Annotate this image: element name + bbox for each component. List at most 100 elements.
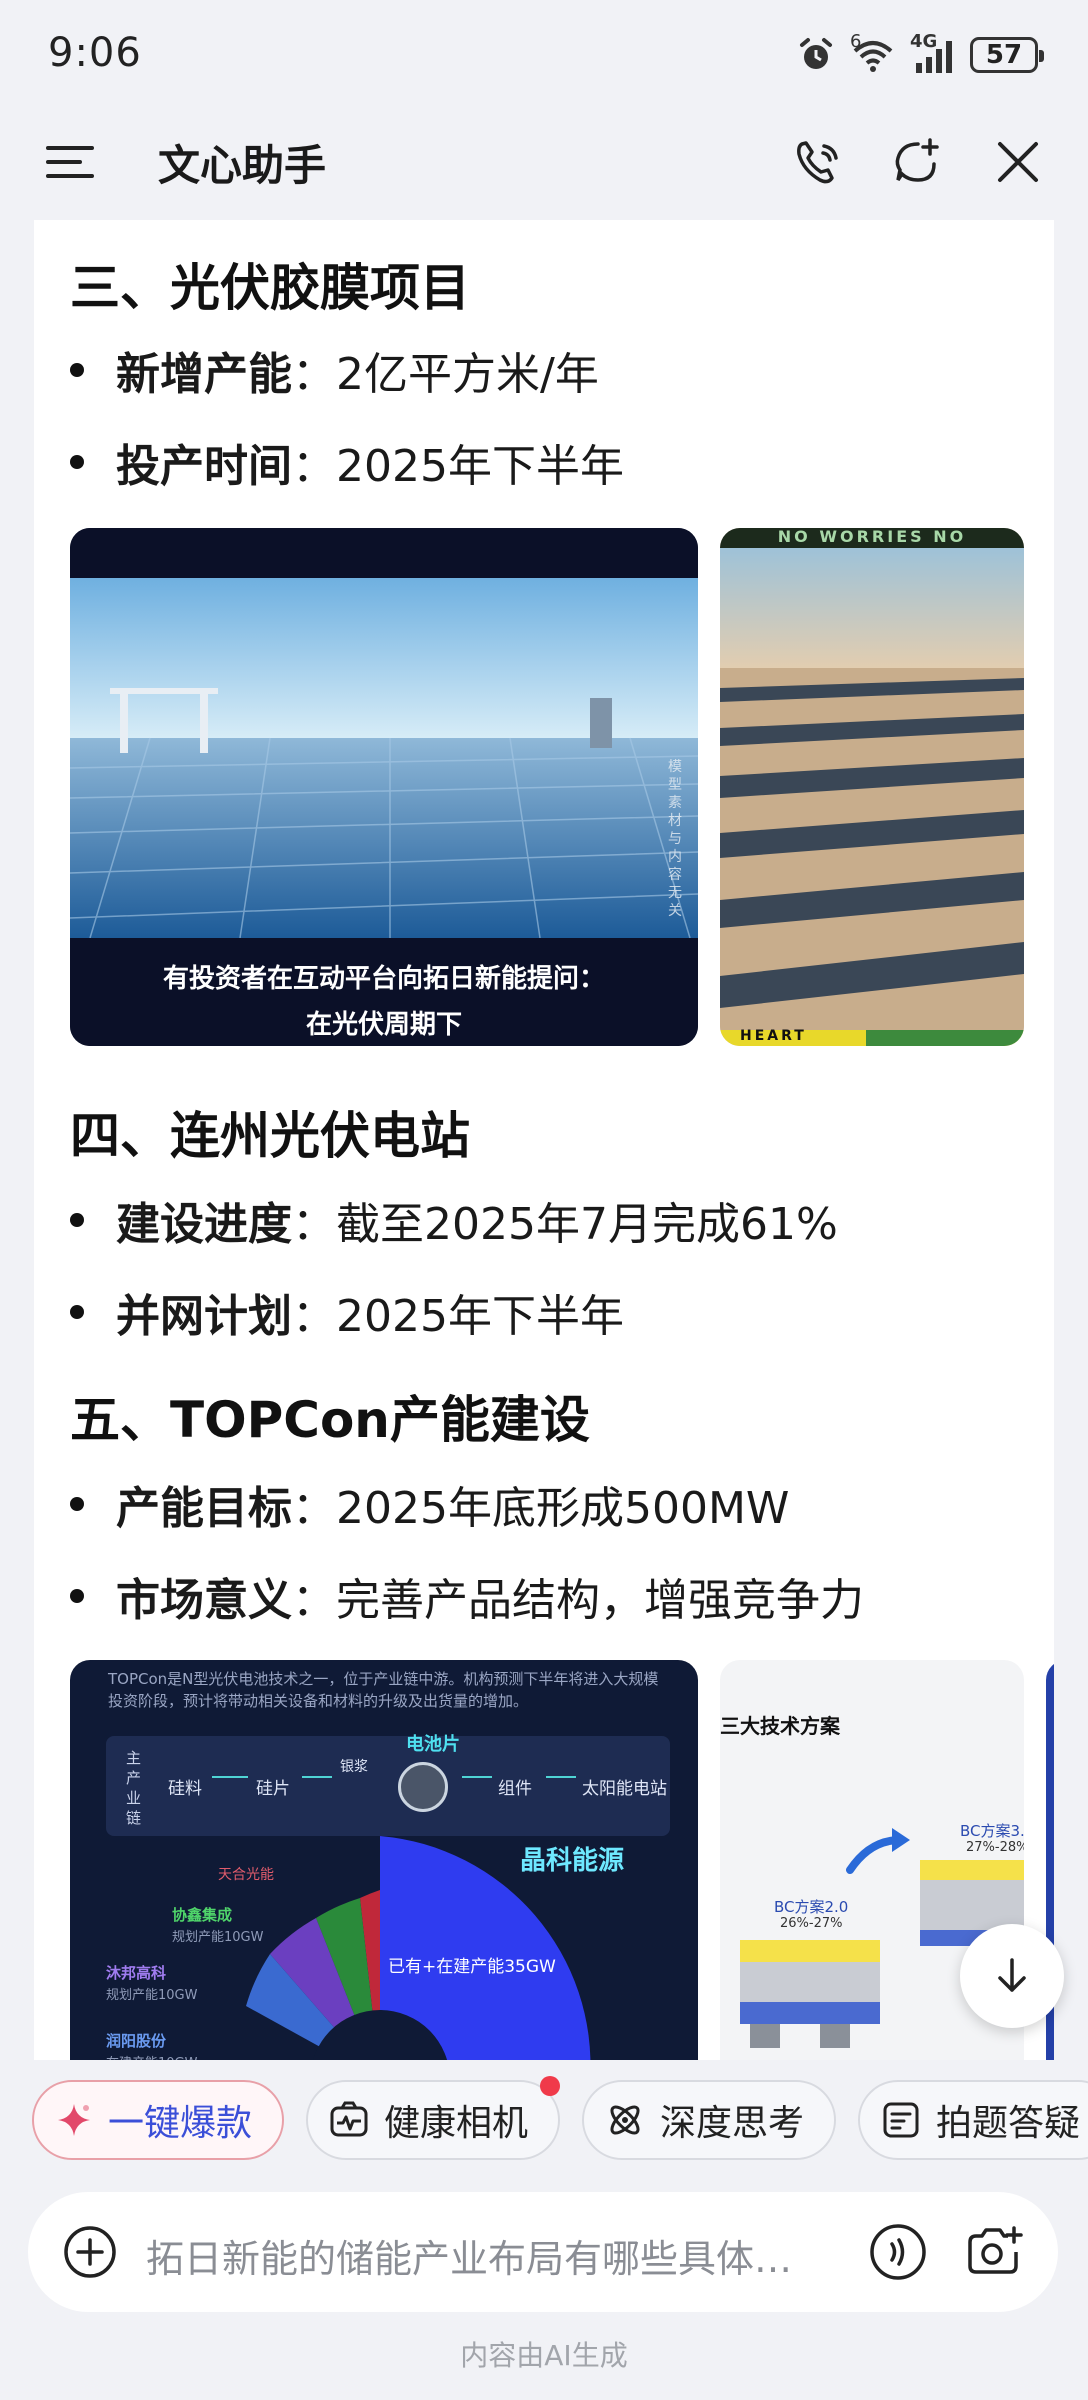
chip-label: 健康相机 [384, 2103, 529, 2144]
bullet-value: 2亿平方米/年 [336, 349, 599, 400]
company-label: 协鑫集成 [172, 1906, 233, 1924]
call-button[interactable] [786, 130, 850, 194]
bullet-value: 2025年下半年 [336, 1291, 624, 1342]
chip-deep-think[interactable]: 深度思考 [582, 2080, 836, 2160]
chain-arrow-icon [302, 1776, 332, 1778]
chain-label: 主产业链 [126, 1749, 142, 1827]
bullet-value: 2025年下半年 [336, 441, 624, 492]
new-chat-button[interactable] [886, 130, 950, 194]
chain-item: 银浆 [340, 1759, 368, 1775]
company-label: 天合光能 [218, 1867, 274, 1883]
notification-dot [540, 2076, 560, 2096]
company-note: 规划产能10GW [172, 1930, 264, 1945]
bullet-item: 市场意义：完善产品结构，增强竞争力 [70, 1564, 864, 1628]
bullet-item: 并网计划： 2025年下半年 [70, 1280, 624, 1344]
highlight-note: 已有+在建产能35GW [388, 1957, 556, 1977]
chip-health-camera[interactable]: 健康相机 [306, 2076, 560, 2160]
chain-arrow-icon [462, 1776, 492, 1778]
close-button[interactable] [986, 130, 1050, 194]
new-chat-icon [895, 138, 939, 182]
desert-image-bottom-text: HEART [740, 1028, 807, 1044]
chain-arrow-icon [212, 1776, 248, 1778]
solar-cell-icon [398, 1762, 448, 1812]
bullet-label: 投产时间 [116, 441, 292, 492]
desert-image-top-text: NO WORRIES NO [777, 528, 967, 546]
app-header: 文心助手 [0, 112, 1088, 208]
voice-button[interactable] [868, 2222, 928, 2282]
bullet-item: 建设进度：截至2025年7月完成61% [70, 1188, 838, 1252]
bullet-separator: ： [292, 441, 336, 492]
bc2-range: 26%-27% [780, 1916, 843, 1931]
topcon-infographic[interactable]: TOPCon是N型光伏电池技术之一，位于产业链中游。机构预测下半年将进入大规模投… [70, 1660, 698, 2060]
chain-item: 组件 [498, 1779, 532, 1799]
arrow-down-icon [998, 1958, 1026, 1992]
bullet-item: 新增产能： 2亿平方米/年 [70, 338, 599, 402]
bullet-dot [70, 455, 84, 469]
chain-item-highlight: 电池片 [406, 1734, 460, 1755]
app-title: 文心助手 [158, 141, 327, 190]
voice-wave-icon [870, 2224, 926, 2280]
video-side-text: 模型素材与内容无关 [668, 759, 682, 919]
chip-photo-question[interactable]: 拍题答疑 [858, 2080, 1088, 2160]
bullet-item: 产能目标： 2025年底形成500MW [70, 1472, 789, 1536]
bullet-value: 2025年底形成500MW [336, 1483, 790, 1534]
deep-think-icon [610, 2105, 640, 2135]
status-icons: 6 4G 57 [796, 30, 1044, 80]
company-note: 在建产能10GW [106, 2052, 197, 2060]
bc3-label: BC方案3.0 [960, 1822, 1024, 1840]
solar-plant-video-thumbnail[interactable]: 有投资者在互动平台向拓日新能提问： 在光伏周期下 模型素材与内容无关 [70, 528, 698, 1046]
highlight-company: 晶科能源 [520, 1846, 625, 1876]
bc2-label: BC方案2.0 [774, 1898, 849, 1916]
desert-solar-graphic [720, 528, 1024, 1046]
bullet-separator: ： [292, 1199, 336, 1250]
company-label: 润阳股份 [106, 2032, 167, 2050]
bullet-dot [70, 1497, 84, 1511]
bullet-separator: ： [292, 1291, 336, 1342]
chain-item: 硅料 [168, 1779, 202, 1799]
bc-image-title: 三大技术方案 [720, 1714, 840, 1738]
bullet-value: 截至2025年7月完成61% [336, 1199, 838, 1250]
section-title-4: 四、连州光伏电站 [70, 1107, 470, 1165]
wifi-generation-label: 6 [850, 31, 862, 52]
infographic-intro: TOPCon是N型光伏电池技术之一，位于产业链中游。机构预测下半年将进入大规模投… [108, 1670, 659, 1710]
bullet-item: 投产时间： 2025年下半年 [70, 430, 624, 494]
bullet-label: 市场意义 [116, 1575, 292, 1626]
desert-solar-image[interactable]: NO WORRIES NO HEART [720, 528, 1024, 1046]
sparkle-icon [58, 2104, 90, 2136]
scroll-down-button[interactable] [960, 1924, 1064, 2028]
video-caption-line1: 有投资者在互动平台向拓日新能提问： [162, 964, 605, 994]
camera-button[interactable] [964, 2222, 1026, 2282]
chip-label: 一键爆款 [108, 2103, 253, 2144]
section-title-3: 三、光伏胶膜项目 [70, 259, 470, 317]
chain-item: 太阳能电站 [582, 1779, 667, 1799]
company-label: 沐邦高科 [106, 1964, 167, 1982]
chain-item: 硅片 [256, 1779, 290, 1799]
bullet-label: 并网计划 [116, 1291, 292, 1342]
close-icon [998, 142, 1038, 182]
menu-icon[interactable] [42, 134, 98, 190]
bullet-dot [70, 363, 84, 377]
chip-label: 深度思考 [660, 2103, 805, 2144]
answer-card: 三、光伏胶膜项目 新增产能： 2亿平方米/年 投产时间： 2025年下半年 有投… [34, 220, 1054, 2060]
bullet-dot [70, 1589, 84, 1603]
bullet-label: 产能目标 [116, 1483, 292, 1534]
battery-indicator: 57 [970, 37, 1044, 73]
chip-label: 拍题答疑 [936, 2103, 1081, 2144]
bullet-dot [70, 1213, 84, 1227]
camera-plus-icon [968, 2226, 1023, 2274]
add-button[interactable] [62, 2224, 118, 2280]
video-caption-line2: 在光伏周期下 [305, 1010, 462, 1040]
bc3-range: 27%-28% [966, 1840, 1024, 1855]
section-title-5: 五、TOPCon产能建设 [70, 1391, 590, 1449]
chat-input-bar: 拓日新能的储能产业布局有哪些具体… [28, 2192, 1058, 2312]
chain-arrow-icon [546, 1776, 576, 1778]
chip-viral[interactable]: 一键爆款 [32, 2080, 284, 2160]
bullet-label: 新增产能 [116, 349, 292, 400]
wifi-icon: 6 [850, 31, 896, 75]
bullet-separator: ： [292, 1575, 336, 1626]
bullet-label: 建设进度 [116, 1199, 292, 1250]
call-icon [797, 141, 838, 184]
chat-input-field[interactable]: 拓日新能的储能产业布局有哪些具体… [146, 2228, 856, 2283]
health-camera-icon [330, 2101, 368, 2137]
ai-generated-note: 内容由AI生成 [460, 2339, 628, 2372]
